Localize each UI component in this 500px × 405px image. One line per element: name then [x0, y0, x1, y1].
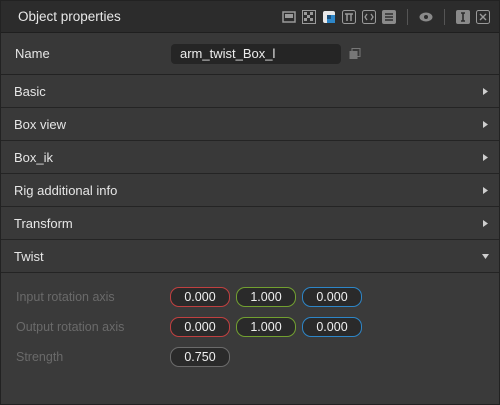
name-label: Name [15, 46, 50, 61]
monitor-icon[interactable] [281, 9, 297, 25]
section-label: Rig additional info [14, 182, 118, 198]
code-icon[interactable] [361, 9, 377, 25]
color-cube-icon[interactable] [321, 9, 337, 25]
pi-icon[interactable] [341, 9, 357, 25]
section-label: Transform [14, 215, 73, 231]
section-rig-additional-info[interactable]: Rig additional info [1, 174, 499, 207]
panel-titlebar: Object properties [1, 1, 499, 33]
section-box-ik[interactable]: Box_ik [1, 141, 499, 174]
toolbar [281, 8, 491, 25]
toolbar-separator [407, 8, 408, 25]
panel-title: Object properties [18, 9, 121, 24]
name-row: Name arm_twist_Box_l [1, 33, 499, 75]
strength-field[interactable]: 0.750 [170, 347, 230, 367]
strength-label: Strength [16, 350, 64, 364]
copy-icon[interactable] [349, 47, 361, 60]
output-rotation-axis-row: Output rotation axis 0.000 1.000 0.000 [1, 312, 499, 342]
input-rotation-y-field[interactable]: 1.000 [236, 287, 296, 307]
section-label: Box view [14, 116, 67, 132]
toolbar-separator [444, 8, 445, 25]
caret-right-icon [481, 186, 489, 194]
strength-row: Strength 0.750 [1, 342, 499, 372]
twist-properties: Input rotation axis 0.000 1.000 0.000 Ou… [1, 273, 499, 372]
caret-right-icon [481, 153, 489, 161]
caret-down-icon [481, 252, 489, 260]
section-box-view[interactable]: Box view [1, 108, 499, 141]
section-label: Basic [14, 83, 46, 99]
input-rotation-axis-row: Input rotation axis 0.000 1.000 0.000 [1, 282, 499, 312]
output-rotation-x-field[interactable]: 0.000 [170, 317, 230, 337]
section-transform[interactable]: Transform [1, 207, 499, 240]
caret-right-icon [481, 87, 489, 95]
eye-icon[interactable] [418, 9, 434, 25]
text-format-icon[interactable] [475, 9, 491, 25]
caret-right-icon [481, 120, 489, 128]
caret-right-icon [481, 219, 489, 227]
object-properties-panel: Object properties Name arm_twist_Box_l B… [0, 0, 500, 405]
list-icon[interactable] [381, 9, 397, 25]
text-cursor-icon[interactable] [455, 9, 471, 25]
checker-icon[interactable] [301, 9, 317, 25]
strength-fields: 0.750 [170, 347, 230, 367]
input-rotation-axis-fields: 0.000 1.000 0.000 [170, 287, 362, 307]
output-rotation-y-field[interactable]: 1.000 [236, 317, 296, 337]
output-rotation-axis-label: Output rotation axis [16, 320, 125, 334]
section-twist[interactable]: Twist [1, 240, 499, 273]
section-label: Box_ik [14, 149, 54, 165]
output-rotation-axis-fields: 0.000 1.000 0.000 [170, 317, 362, 337]
name-field[interactable]: arm_twist_Box_l [171, 43, 341, 64]
input-rotation-z-field[interactable]: 0.000 [302, 287, 362, 307]
output-rotation-z-field[interactable]: 0.000 [302, 317, 362, 337]
section-label: Twist [14, 248, 44, 264]
section-basic[interactable]: Basic [1, 75, 499, 108]
input-rotation-x-field[interactable]: 0.000 [170, 287, 230, 307]
input-rotation-axis-label: Input rotation axis [16, 290, 115, 304]
